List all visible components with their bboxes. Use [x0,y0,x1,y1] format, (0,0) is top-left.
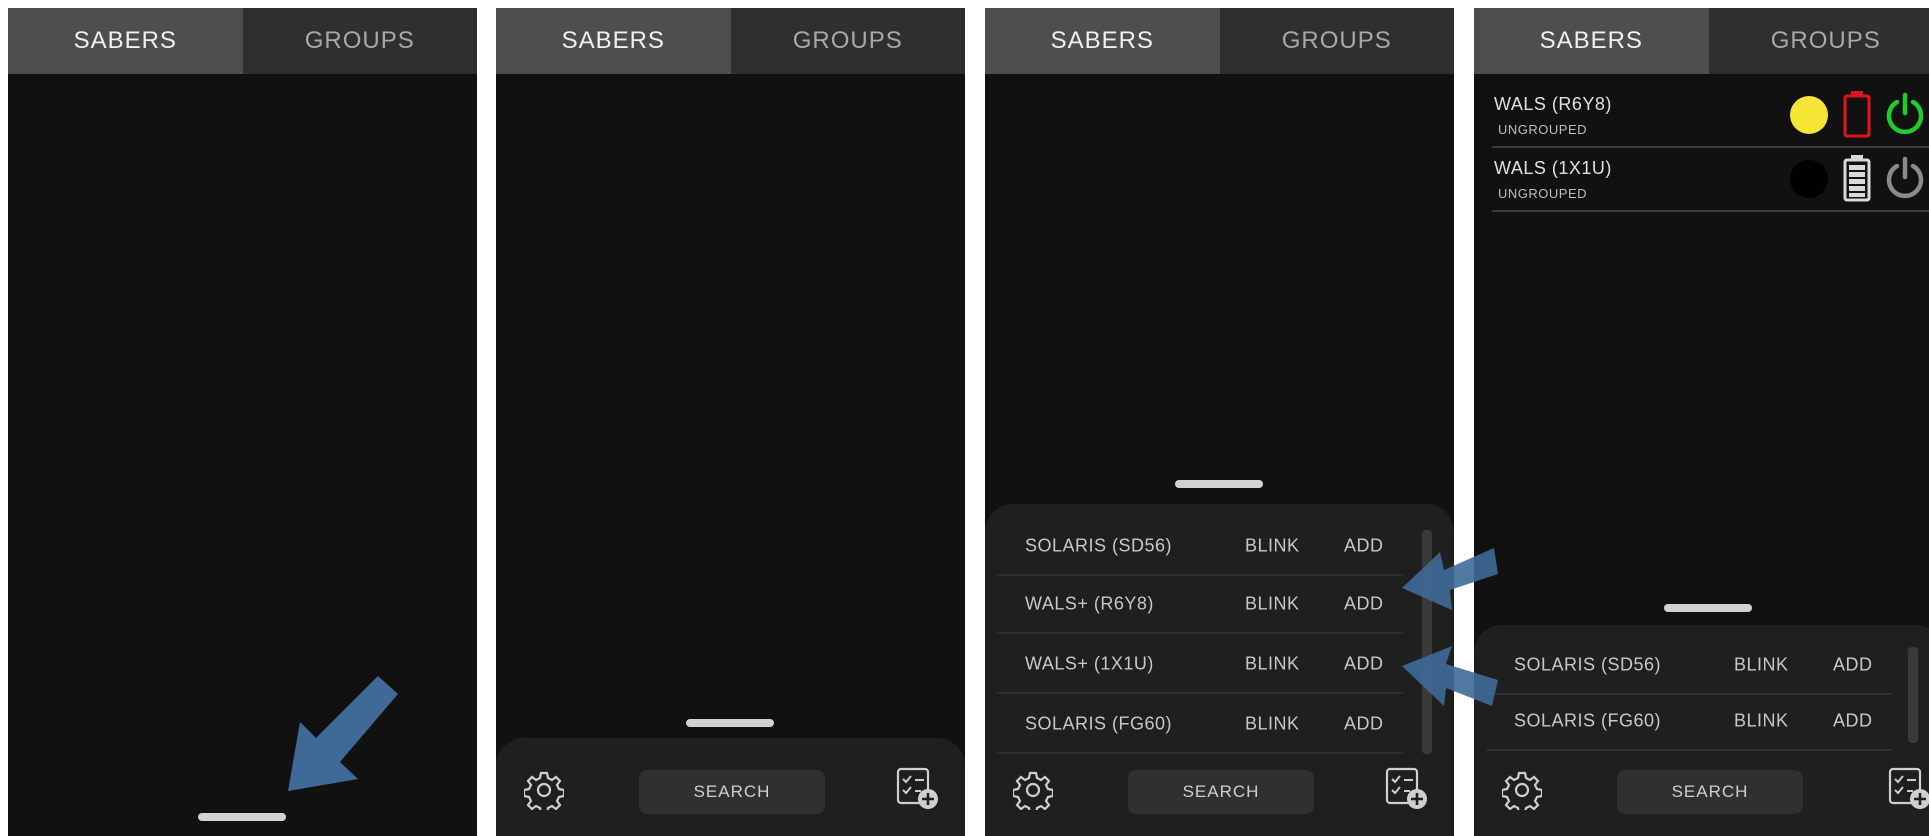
gear-icon[interactable] [1502,770,1542,810]
saber-color-swatch[interactable] [1790,160,1828,198]
blink-button[interactable]: BLINK [1245,714,1300,735]
add-list-icon[interactable] [1887,766,1929,810]
tab-bar: SABERS GROUPS [1474,8,1929,74]
tab-bar: SABERS GROUPS [496,8,965,74]
bottom-sheet: SOLARIS (SD56) BLINK ADD SOLARIS (FG60) … [1474,625,1929,836]
add-button[interactable]: ADD [1833,711,1873,732]
add-button[interactable]: ADD [1833,655,1873,676]
footer-bar: SEARCH [1474,744,1929,836]
blink-button[interactable]: BLINK [1245,536,1300,557]
tab-groups[interactable]: GROUPS [730,8,965,74]
saber-row[interactable]: WALS (1X1U) UNGROUPED [1492,148,1929,212]
gear-icon[interactable] [524,770,564,810]
battery-low-icon [1843,91,1871,138]
device-name: SOLARIS (FG60) [1025,713,1173,734]
scan-result-row: SOLARIS (SD56) BLINK ADD [997,518,1403,576]
drawer-handle[interactable] [1175,480,1263,488]
tab-bar: SABERS GROUPS [985,8,1454,74]
screen-3: SABERS GROUPS SOLARIS (SD56) BLINK ADD W… [985,8,1454,836]
bottom-sheet: SEARCH [496,738,965,836]
bottom-sheet: SOLARIS (SD56) BLINK ADD WALS+ (R6Y8) BL… [985,504,1454,836]
add-button[interactable]: ADD [1344,594,1384,615]
drawer-handle[interactable] [686,719,774,727]
device-name: SOLARIS (SD56) [1514,654,1662,675]
search-button[interactable]: SEARCH [639,770,825,814]
saber-color-swatch[interactable] [1790,96,1828,134]
blink-button[interactable]: BLINK [1245,654,1300,675]
arrow-pointer-icon [1402,548,1498,610]
scan-result-row: WALS+ (R6Y8) BLINK ADD [997,576,1403,634]
tab-sabers[interactable]: SABERS [496,8,731,74]
footer-bar: SEARCH [496,744,965,836]
saber-row[interactable]: WALS (R6Y8) UNGROUPED [1492,84,1929,148]
power-on-icon[interactable] [1884,92,1926,136]
device-name: SOLARIS (FG60) [1514,710,1662,731]
search-button[interactable]: SEARCH [1128,770,1314,814]
tab-groups[interactable]: GROUPS [242,8,477,74]
tab-sabers[interactable]: SABERS [8,8,243,74]
screen-4: SABERS GROUPS WALS (R6Y8) UNGROUPED WALS… [1474,8,1929,836]
saber-group: UNGROUPED [1498,122,1588,137]
add-button[interactable]: ADD [1344,714,1384,735]
device-name: WALS+ (R6Y8) [1025,593,1154,614]
screen-2: SABERS GROUPS SEARCH [496,8,965,836]
tab-groups[interactable]: GROUPS [1219,8,1454,74]
tab-sabers[interactable]: SABERS [1474,8,1709,74]
battery-full-icon [1843,155,1871,202]
saber-name: WALS (1X1U) [1494,158,1612,178]
device-name: SOLARIS (SD56) [1025,535,1173,556]
gear-icon[interactable] [1013,770,1053,810]
drawer-handle[interactable] [198,813,286,821]
search-button[interactable]: SEARCH [1617,770,1803,814]
blink-button[interactable]: BLINK [1245,594,1300,615]
power-off-icon[interactable] [1884,156,1926,200]
add-button[interactable]: ADD [1344,536,1384,557]
blink-button[interactable]: BLINK [1734,711,1789,732]
screen-1: SABERS GROUPS [8,8,477,836]
footer-bar: SEARCH [985,744,1454,836]
add-list-icon[interactable] [1384,766,1428,810]
saber-group: UNGROUPED [1498,186,1588,201]
blink-button[interactable]: BLINK [1734,655,1789,676]
arrow-pointer-icon [1402,646,1498,706]
add-button[interactable]: ADD [1344,654,1384,675]
scan-result-row: SOLARIS (SD56) BLINK ADD [1486,637,1892,695]
tab-groups[interactable]: GROUPS [1708,8,1929,74]
drawer-handle[interactable] [1664,604,1752,612]
scan-result-row: SOLARIS (FG60) BLINK ADD [1486,693,1892,751]
tab-bar: SABERS GROUPS [8,8,477,74]
tab-sabers[interactable]: SABERS [985,8,1220,74]
scrollbar[interactable] [1908,647,1918,743]
saber-name: WALS (R6Y8) [1494,94,1612,114]
add-list-icon[interactable] [895,766,939,810]
scan-result-row: WALS+ (1X1U) BLINK ADD [997,636,1403,694]
device-name: WALS+ (1X1U) [1025,653,1154,674]
arrow-pointer-icon [288,676,398,791]
